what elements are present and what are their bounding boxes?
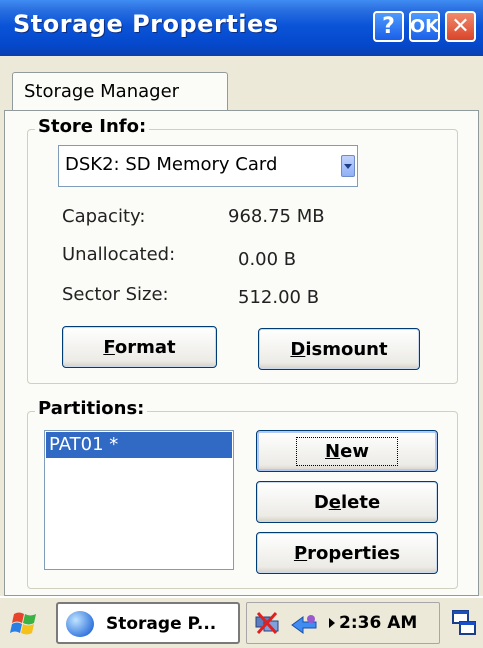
capacity-label: Capacity: <box>62 206 146 227</box>
format-button[interactable]: Format <box>62 326 217 368</box>
dismount-button-label: Dismount <box>290 338 388 360</box>
close-button[interactable]: ✕ <box>445 11 476 42</box>
tab-strip: Storage Manager <box>0 56 483 114</box>
sync-icon[interactable] <box>289 611 319 637</box>
delete-button[interactable]: Delete <box>256 481 438 523</box>
partitions-title: Partitions: <box>35 398 148 419</box>
store-select[interactable]: DSK2: SD Memory Card <box>58 145 358 187</box>
new-button-label: New <box>296 436 398 466</box>
help-button[interactable]: ? <box>373 11 404 42</box>
ok-button[interactable]: OK <box>409 11 440 42</box>
store-select-value: DSK2: SD Memory Card <box>65 154 278 175</box>
store-info-title: Store Info: <box>35 116 150 137</box>
network-disconnected-icon[interactable] <box>253 609 283 637</box>
taskbar: Storage P... 2:36 AM <box>0 596 483 648</box>
chevron-down-icon[interactable] <box>341 155 355 177</box>
tab-label: Storage Manager <box>24 81 180 102</box>
tray-expand-icon[interactable] <box>329 618 335 628</box>
dismount-button[interactable]: Dismount <box>258 328 420 370</box>
storage-properties-window: Storage Properties ? OK ✕ Storage Manage… <box>0 0 483 596</box>
list-item[interactable]: PAT01 * <box>46 432 232 458</box>
sector-size-value: 512.00 B <box>238 287 320 308</box>
tab-storage-manager[interactable]: Storage Manager <box>12 72 228 114</box>
show-desktop-icon[interactable] <box>450 608 478 638</box>
title-bar: Storage Properties ? OK ✕ <box>0 0 483 56</box>
capacity-value: 968.75 MB <box>228 206 325 227</box>
window-title: Storage Properties <box>13 10 279 38</box>
system-tray: 2:36 AM <box>246 602 440 644</box>
clock[interactable]: 2:36 AM <box>339 613 417 633</box>
task-button-storage-properties[interactable]: Storage P... <box>56 602 240 644</box>
windows-start-icon[interactable] <box>8 608 42 640</box>
delete-button-label: Delete <box>313 491 381 513</box>
task-button-label: Storage P... <box>106 614 217 634</box>
partitions-list[interactable]: PAT01 * <box>44 430 234 570</box>
unallocated-label: Unallocated: <box>62 244 176 265</box>
unallocated-value: 0.00 B <box>238 249 297 270</box>
properties-button[interactable]: Properties <box>256 532 438 574</box>
storage-app-icon <box>66 611 94 637</box>
sector-size-label: Sector Size: <box>62 284 169 305</box>
new-button[interactable]: New <box>256 430 438 472</box>
properties-button-label: Properties <box>293 542 401 564</box>
format-button-label: Format <box>103 336 176 358</box>
